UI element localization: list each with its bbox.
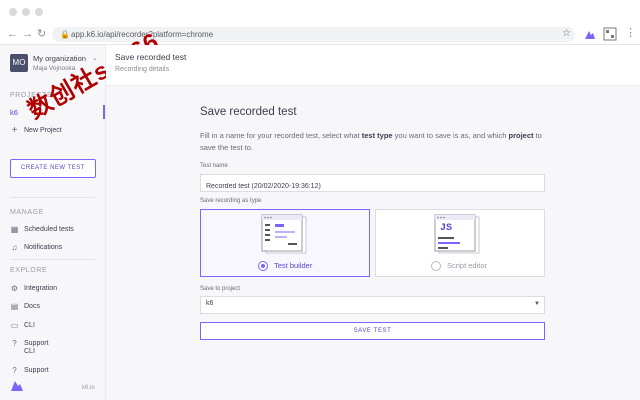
test-builder-radio[interactable] [258, 261, 268, 271]
plus-icon: + [11, 125, 18, 136]
project-select-value: k6 [206, 300, 214, 307]
docs-icon: ▤ [10, 302, 19, 311]
script-editor-radio[interactable] [431, 261, 441, 271]
close-window-dot[interactable] [9, 8, 17, 16]
save-test-button[interactable]: SAVE TEST [200, 322, 545, 340]
active-indicator [103, 105, 105, 119]
scheduled-tests-label: Scheduled tests [24, 226, 74, 233]
forward-icon[interactable]: → [22, 28, 33, 40]
page-header: Save recorded test Recording details [106, 45, 640, 86]
browser-menu-icon[interactable]: ⋮ [625, 27, 636, 39]
js-badge: JS [440, 223, 453, 234]
sidebar-item-cli[interactable]: ▭ CLI [0, 319, 105, 333]
script-editor-label: Script editor [447, 261, 488, 270]
test-builder-label: Test builder [274, 261, 313, 270]
project-select[interactable]: k6 ▼ [200, 296, 545, 314]
save-to-project-label: Save to project [200, 286, 241, 292]
qr-extension-icon[interactable] [603, 27, 617, 41]
test-name-field[interactable] [200, 174, 545, 194]
script-editor-illustration [434, 214, 480, 254]
test-builder-illustration [261, 214, 307, 254]
bell-icon: ♫ [11, 243, 18, 252]
type-option-test-builder[interactable]: Test builder [200, 209, 370, 277]
k6-footer-link[interactable]: k6.io [82, 385, 95, 391]
support-icon: ? [12, 339, 17, 348]
browser-titlebar [0, 0, 640, 24]
sidebar-item-support-cli[interactable]: ? Support CLI [0, 337, 105, 357]
sidebar-divider [10, 197, 95, 198]
sidebar-item-scheduled-tests[interactable]: ▦ Scheduled tests [0, 223, 105, 237]
lock-icon: 🔒 [60, 30, 70, 39]
test-name-label: Test name [200, 163, 228, 169]
k6-logo-icon[interactable] [10, 379, 24, 392]
manage-section-label: MANAGE [10, 209, 44, 216]
support-cli-label: CLI [24, 348, 35, 355]
form-title: Save recorded test [200, 106, 297, 118]
reload-icon[interactable]: ↻ [37, 28, 46, 40]
org-avatar[interactable]: MO [10, 54, 28, 72]
sidebar-item-docs[interactable]: ▤ Docs [0, 300, 105, 314]
sidebar-divider [10, 259, 95, 260]
project-k6-label: k6 [10, 108, 18, 117]
cli-icon: ▭ [10, 321, 19, 330]
caret-down-icon: ▼ [534, 301, 540, 307]
save-as-type-label: Save recording as type [200, 198, 262, 204]
minimize-window-dot[interactable] [22, 8, 30, 16]
page-subtitle: Recording details [115, 66, 170, 73]
notifications-label: Notifications [24, 244, 63, 251]
new-project-label: New Project [24, 127, 62, 134]
form-description: Fill in a name for your recorded test, s… [200, 131, 542, 152]
calendar-icon: ▦ [10, 225, 19, 234]
create-new-test-button[interactable]: CREATE NEW TEST [10, 159, 96, 178]
back-icon[interactable]: ← [7, 28, 18, 40]
integration-icon: ⚙ [10, 284, 19, 293]
support-label: Support [24, 367, 49, 374]
sidebar-item-notifications[interactable]: ♫ Notifications [0, 241, 105, 255]
cli-label: CLI [24, 322, 35, 329]
maximize-window-dot[interactable] [35, 8, 43, 16]
sidebar-item-new-project[interactable]: + New Project [0, 124, 105, 138]
test-name-input[interactable] [201, 179, 536, 194]
bookmark-star-icon[interactable]: ☆ [562, 28, 571, 39]
address-bar-row: ← → ↻ 🔒 app.k6.io/api/recorder?platform=… [0, 24, 640, 45]
page-title: Save recorded test [115, 52, 187, 62]
docs-label: Docs [24, 303, 40, 310]
sidebar-item-support[interactable]: ? Support [0, 364, 105, 378]
sidebar-item-integration[interactable]: ⚙ Integration [0, 282, 105, 296]
k6-extension-icon[interactable] [583, 27, 597, 41]
support-icon: ? [12, 366, 17, 375]
type-option-script-editor[interactable]: JS Script editor [375, 209, 545, 277]
integration-label: Integration [24, 285, 58, 292]
explore-section-label: EXPLORE [10, 267, 48, 274]
